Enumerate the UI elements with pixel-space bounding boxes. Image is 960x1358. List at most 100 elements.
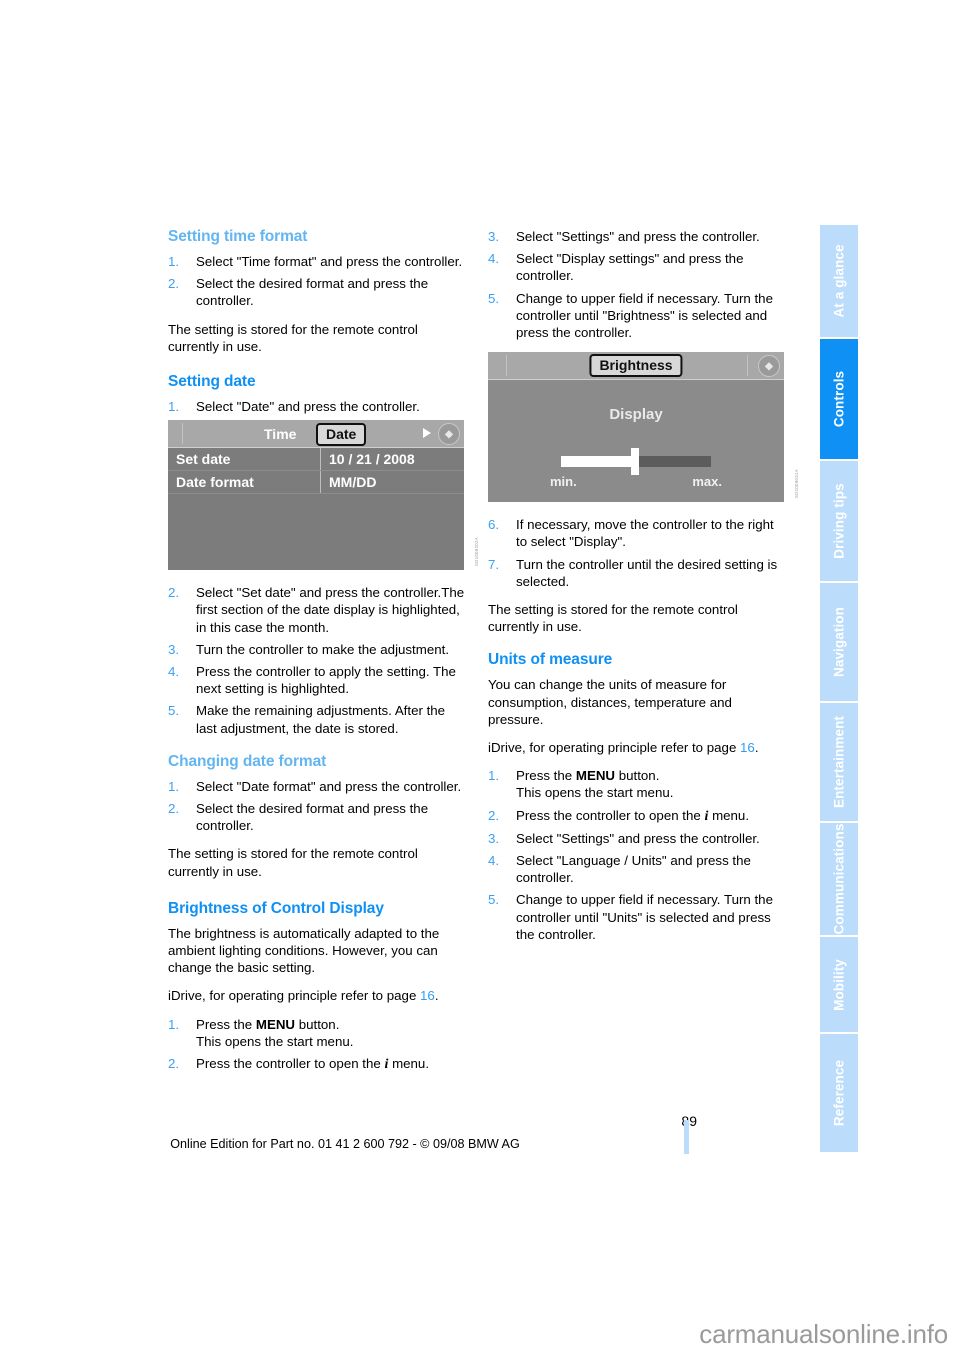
step-number: 7.	[488, 556, 500, 572]
note-brightness: The setting is stored for the remote con…	[488, 602, 738, 635]
step-text: Press the controller to apply the settin…	[196, 664, 456, 697]
idrive-tab-time[interactable]: Time	[264, 426, 296, 442]
list-item: 1. Select "Time format" and press the co…	[168, 253, 466, 270]
list-item: 3. Select "Settings" and press the contr…	[488, 830, 786, 847]
row-value: MM/DD	[320, 471, 464, 494]
step-number: 2.	[168, 801, 180, 817]
table-row[interactable]: Set date 10 / 21 / 2008	[168, 448, 464, 472]
step-number: 2.	[168, 276, 180, 292]
idrive-display-label: Display	[609, 406, 663, 424]
step-number: 5.	[168, 703, 180, 719]
step-text: Change to upper field if necessary. Turn…	[516, 290, 773, 341]
steps-setting-date-post: 2. Select "Set date" and press the contr…	[168, 584, 466, 737]
sidebar-tab-entertainment[interactable]: Entertainment	[820, 703, 858, 821]
step-subtext: This opens the start menu.	[196, 1033, 354, 1049]
list-item: 5. Change to upper field if necessary. T…	[488, 290, 786, 342]
steps-units: 1. Press the MENU button. This opens the…	[488, 767, 786, 943]
sidebar-tab-label: Navigation	[831, 606, 847, 678]
note-time-format: The setting is stored for the remote con…	[168, 321, 418, 354]
idrive-brightness-topbar: Brightness ◆	[488, 352, 784, 381]
topbar-divider	[506, 355, 507, 377]
idrive-ref-pre: iDrive, for operating principle refer to…	[488, 740, 741, 756]
heading-units-of-measure: Units of measure	[488, 651, 613, 669]
sidebar-tab-mobility[interactable]: Mobility	[820, 937, 858, 1032]
section-tab-rail: At a glance Controls Driving tips Navigatio…	[820, 225, 858, 1155]
step-number: 4.	[488, 251, 500, 267]
sidebar-tab-label: Mobility	[831, 958, 847, 1011]
slider-knob[interactable]	[631, 448, 639, 476]
figure-brightness-screen: Brightness ◆ Display min. max. SD1009031…	[488, 352, 799, 503]
left-column: Setting time format 1. Select "Time form…	[168, 228, 479, 1084]
list-item: 6. If necessary, move the controller to …	[488, 516, 786, 550]
sidebar-tab-driving-tips[interactable]: Driving tips	[820, 461, 858, 581]
sidebar-tab-communications[interactable]: Communications	[820, 823, 858, 935]
sidebar-tab-navigation[interactable]: Navigation	[820, 583, 858, 701]
step-text: Make the remaining adjustments. After th…	[196, 703, 446, 736]
topbar-divider-right	[747, 355, 748, 377]
arrow-right-icon[interactable]	[423, 428, 431, 439]
list-item: 3. Turn the controller to make the adjus…	[168, 641, 466, 658]
row-label: Date format	[176, 474, 254, 491]
step-text: Select the desired format and press the …	[196, 801, 429, 834]
step-number: 4.	[488, 853, 500, 869]
row-value: 10 / 21 / 2008	[320, 448, 464, 471]
brightness-idrive-ref: iDrive, for operating principle refer to…	[168, 987, 466, 1004]
page-reference-link[interactable]: 16	[420, 988, 435, 1003]
heading-changing-date-format: Changing date format	[168, 752, 327, 770]
step-number: 1.	[168, 1016, 180, 1032]
note-date-format: The setting is stored for the remote con…	[168, 846, 418, 879]
list-item: 5. Make the remaining adjustments. After…	[168, 702, 466, 736]
sidebar-tab-at-a-glance[interactable]: At a glance	[820, 225, 858, 337]
list-item: 4. Press the controller to apply the set…	[168, 663, 466, 697]
step-number: 6.	[488, 517, 500, 533]
step-text: Select "Language / Units" and press the …	[516, 853, 751, 886]
step-text: Select "Settings" and press the controll…	[516, 830, 760, 846]
sidebar-tab-label: Entertainment	[831, 715, 847, 809]
sidebar-tab-label: Reference	[831, 1059, 847, 1127]
step-number: 3.	[488, 229, 500, 244]
step-subtext: This opens the start menu.	[516, 785, 674, 801]
brightness-slider[interactable]	[561, 448, 711, 476]
page-reference-link[interactable]: 16	[740, 740, 755, 755]
units-idrive-ref: iDrive, for operating principle refer to…	[488, 739, 786, 756]
sidebar-tab-reference[interactable]: Reference	[820, 1034, 858, 1152]
steps-date-format: 1. Select "Date format" and press the co…	[168, 778, 466, 835]
step-number: 5.	[488, 892, 500, 908]
sidebar-tab-label: Controls	[831, 370, 847, 428]
heading-setting-time-format: Setting time format	[168, 228, 308, 245]
step-text: Change to upper field if necessary. Turn…	[516, 892, 773, 942]
step-text: Select "Settings" and press the controll…	[516, 229, 760, 244]
info-icon: i	[704, 808, 709, 824]
step-number: 3.	[488, 830, 500, 846]
step-text: Press the MENU button. This opens the st…	[196, 1016, 354, 1049]
idrive-ref-post: .	[754, 740, 759, 756]
row-label: Set date	[176, 451, 231, 468]
brightness-intro: The brightness is automatically adapted …	[168, 925, 440, 976]
steps-setting-date-pre: 1. Select "Date" and press the controlle…	[168, 398, 466, 415]
step-number: 3.	[168, 641, 180, 657]
step-text: Select "Date format" and press the contr…	[196, 778, 462, 794]
table-row[interactable]: Date format MM/DD	[168, 471, 464, 495]
right-column: 3. Select "Settings" and press the contr…	[488, 228, 799, 954]
step-number: 1.	[168, 254, 180, 269]
step-text: Select "Set date" and press the controll…	[196, 585, 465, 635]
step-number: 1.	[168, 399, 180, 415]
step-number: 2.	[168, 1056, 180, 1072]
step-text: Turn the controller until the desired se…	[516, 556, 778, 589]
idrive-title-brightness[interactable]: Brightness	[589, 354, 683, 378]
step-text: Press the controller to open the i menu.	[196, 1056, 430, 1073]
steps-brightness: 1. Press the MENU button. This opens the…	[168, 1016, 466, 1074]
step-number: 4.	[168, 664, 180, 680]
units-intro: You can change the units of measure for …	[488, 677, 732, 727]
slider-min-label: min.	[550, 474, 577, 490]
idrive-tab-date-selected[interactable]: Date	[316, 423, 367, 447]
topbar-divider	[182, 423, 183, 445]
idrive-ref-pre: iDrive, for operating principle refer to…	[168, 988, 421, 1004]
steps-time-format: 1. Select "Time format" and press the co…	[168, 253, 466, 310]
step-text: Select "Display settings" and press the …	[516, 251, 744, 284]
steps-after-brightness-figure: 6. If necessary, move the controller to …	[488, 516, 786, 590]
sidebar-tab-controls[interactable]: Controls	[820, 339, 858, 459]
figure-date-screen: Time Date ◆ Set date 10 / 21 / 2008 Date…	[168, 420, 479, 571]
step-number: 2.	[168, 585, 180, 601]
info-icon: i	[384, 1057, 389, 1073]
